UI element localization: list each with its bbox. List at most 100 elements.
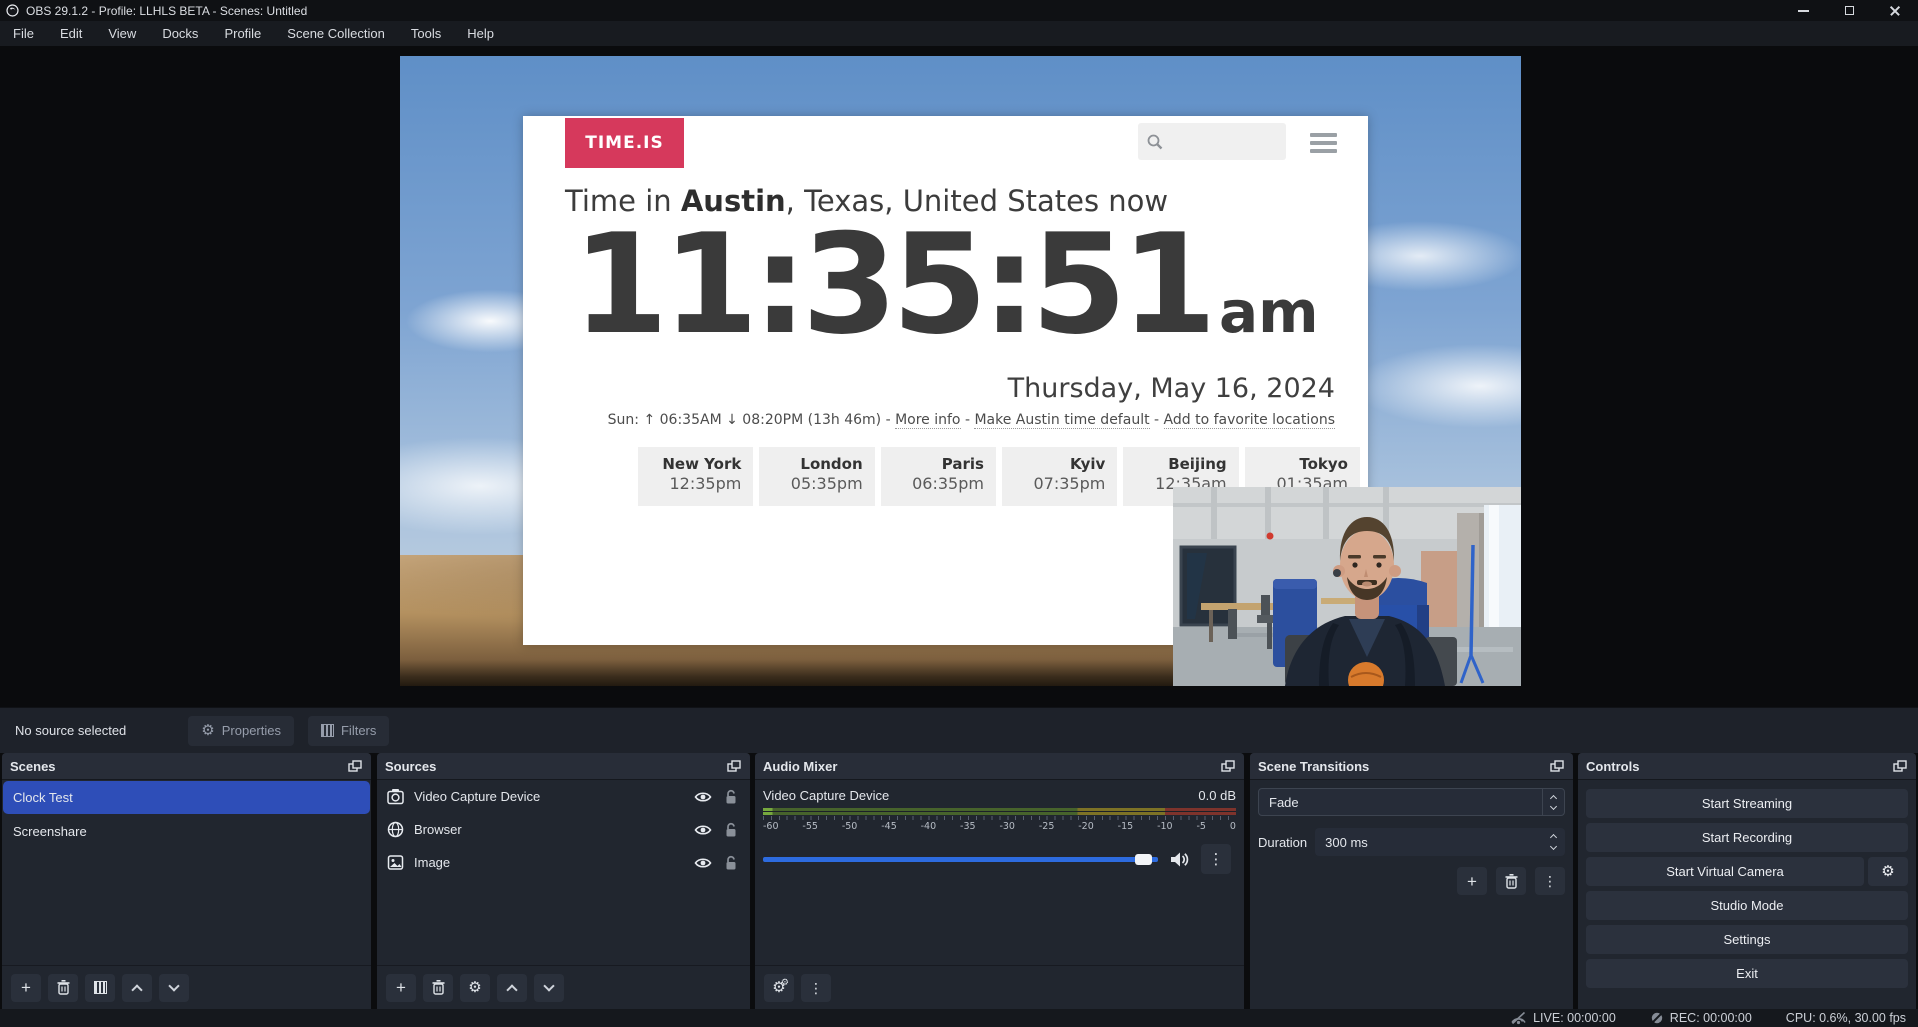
popout-icon[interactable]	[1893, 760, 1908, 773]
cpu-usage: CPU: 0.6%, 30.00 fps	[1786, 1011, 1906, 1025]
transitions-panel-title: Scene Transitions	[1258, 759, 1369, 774]
scene-item-clock-test[interactable]: Clock Test	[3, 781, 370, 814]
move-source-up-button[interactable]	[497, 974, 527, 1002]
source-item-image[interactable]: Image	[377, 846, 750, 879]
lock-unlocked-icon[interactable]	[722, 855, 740, 871]
gear-icon: ⚙	[1881, 864, 1894, 879]
volume-meter	[763, 808, 1236, 815]
minimize-icon	[1798, 10, 1809, 12]
make-default-link[interactable]: Make Austin time default	[974, 412, 1149, 429]
world-clock-paris[interactable]: Paris06:35pm	[881, 447, 996, 506]
record-inactive-icon	[1650, 1011, 1664, 1025]
move-source-down-button[interactable]	[534, 974, 564, 1002]
add-transition-button[interactable]: +	[1457, 867, 1487, 895]
remove-transition-button[interactable]	[1496, 867, 1526, 895]
menu-view[interactable]: View	[95, 21, 149, 46]
popout-icon[interactable]	[727, 760, 742, 773]
scene-item-screenshare[interactable]: Screenshare	[3, 815, 370, 848]
lock-unlocked-icon[interactable]	[722, 789, 740, 805]
remove-scene-button[interactable]	[48, 974, 78, 1002]
transition-properties-button[interactable]: ⋮	[1535, 867, 1565, 895]
world-clock-new-york[interactable]: New York12:35pm	[638, 447, 753, 506]
menu-edit[interactable]: Edit	[47, 21, 95, 46]
controls-panel: Controls Start Streaming Start Recording…	[1578, 753, 1916, 1009]
scenes-panel-title: Scenes	[10, 759, 56, 774]
sources-panel: Sources Video Capture Device	[377, 753, 750, 1009]
scene-filters-button[interactable]	[85, 974, 115, 1002]
window-titlebar: OBS 29.1.2 - Profile: LLHLS BETA - Scene…	[0, 0, 1918, 21]
gear-small-icon: ⚙	[781, 978, 789, 987]
controls-panel-title: Controls	[1586, 759, 1639, 774]
studio-mode-button[interactable]: Studio Mode	[1586, 891, 1908, 920]
menu-scene-collection[interactable]: Scene Collection	[274, 21, 398, 46]
popout-icon[interactable]	[1221, 760, 1236, 773]
source-item-video-capture[interactable]: Video Capture Device	[377, 780, 750, 813]
source-context-bar: No source selected ⚙ Properties Filters	[0, 707, 1918, 753]
menu-profile[interactable]: Profile	[211, 21, 274, 46]
rec-status: REC: 00:00:00	[1650, 1011, 1752, 1025]
source-properties-button[interactable]: ⚙	[460, 974, 490, 1002]
maximize-button[interactable]	[1826, 0, 1872, 21]
camera-icon	[387, 788, 404, 805]
popout-icon[interactable]	[1550, 760, 1565, 773]
remove-source-button[interactable]	[423, 974, 453, 1002]
gear-icon: ⚙	[468, 980, 481, 995]
webcam-overlay[interactable]	[1173, 487, 1521, 686]
lock-unlocked-icon[interactable]	[722, 822, 740, 838]
duration-spinbox[interactable]: 300 ms	[1315, 828, 1565, 856]
trash-icon	[1505, 874, 1518, 889]
start-recording-button[interactable]: Start Recording	[1586, 823, 1908, 852]
mixer-db-value: 0.0 dB	[1198, 788, 1236, 803]
start-streaming-button[interactable]: Start Streaming	[1586, 789, 1908, 818]
combobox-arrows[interactable]	[1542, 789, 1564, 815]
current-time-display: 11:35:51am	[523, 216, 1368, 354]
menu-help[interactable]: Help	[454, 21, 507, 46]
eye-icon[interactable]	[694, 822, 712, 838]
eye-icon[interactable]	[694, 789, 712, 805]
add-favorite-link[interactable]: Add to favorite locations	[1164, 412, 1335, 429]
speaker-icon[interactable]	[1170, 851, 1189, 868]
move-scene-up-button[interactable]	[122, 974, 152, 1002]
world-clock-kyiv[interactable]: Kyiv07:35pm	[1002, 447, 1117, 506]
spinbox-arrows[interactable]	[1545, 833, 1565, 851]
mixer-channel-menu-button[interactable]: ⋮	[1201, 844, 1231, 874]
filters-button[interactable]: Filters	[308, 716, 389, 746]
menu-tools[interactable]: Tools	[398, 21, 454, 46]
eye-icon[interactable]	[694, 855, 712, 871]
advanced-audio-button[interactable]: ⚙ ⚙	[764, 974, 794, 1002]
live-status: LIVE: 00:00:00	[1510, 1011, 1616, 1025]
preview-canvas[interactable]: TIME.IS Time in Austin, Texas, United St…	[400, 56, 1521, 686]
chevron-down-icon	[1549, 843, 1556, 850]
globe-icon	[387, 821, 404, 838]
menu-docks[interactable]: Docks	[149, 21, 211, 46]
settings-button[interactable]: Settings	[1586, 925, 1908, 954]
close-button[interactable]	[1872, 0, 1918, 21]
exit-button[interactable]: Exit	[1586, 959, 1908, 988]
sunrise-sunset-line: Sun: ↑ 06:35AM ↓ 08:20PM (13h 46m) - Mor…	[608, 412, 1335, 428]
meter-tick-marks	[763, 816, 1236, 820]
more-info-link[interactable]: More info	[895, 412, 960, 429]
scene-transitions-panel: Scene Transitions Fade Duration 300 ms	[1250, 753, 1573, 1009]
world-clock-london[interactable]: London05:35pm	[759, 447, 874, 506]
menu-file[interactable]: File	[0, 21, 47, 46]
popout-icon[interactable]	[348, 760, 363, 773]
move-scene-down-button[interactable]	[159, 974, 189, 1002]
search-input[interactable]	[1138, 123, 1286, 160]
chevron-up-icon	[131, 984, 142, 995]
add-scene-button[interactable]: +	[11, 974, 41, 1002]
audio-mixer-panel: Audio Mixer Video Capture Device 0.0 dB …	[755, 753, 1244, 1009]
minimize-button[interactable]	[1780, 0, 1826, 21]
start-virtual-camera-button[interactable]: Start Virtual Camera	[1586, 857, 1864, 886]
volume-slider-handle[interactable]	[1135, 854, 1152, 865]
properties-button[interactable]: ⚙ Properties	[188, 716, 294, 746]
image-icon	[387, 854, 404, 871]
audio-mixer-panel-title: Audio Mixer	[763, 759, 837, 774]
add-source-button[interactable]: +	[386, 974, 416, 1002]
source-item-browser[interactable]: Browser	[377, 813, 750, 846]
volume-slider[interactable]	[763, 857, 1158, 862]
chevron-up-icon	[1549, 834, 1556, 841]
virtual-camera-settings-button[interactable]: ⚙	[1868, 857, 1908, 886]
transition-select[interactable]: Fade	[1258, 788, 1565, 816]
hamburger-menu-icon[interactable]	[1310, 133, 1337, 153]
mixer-menu-button[interactable]: ⋮	[801, 974, 831, 1002]
